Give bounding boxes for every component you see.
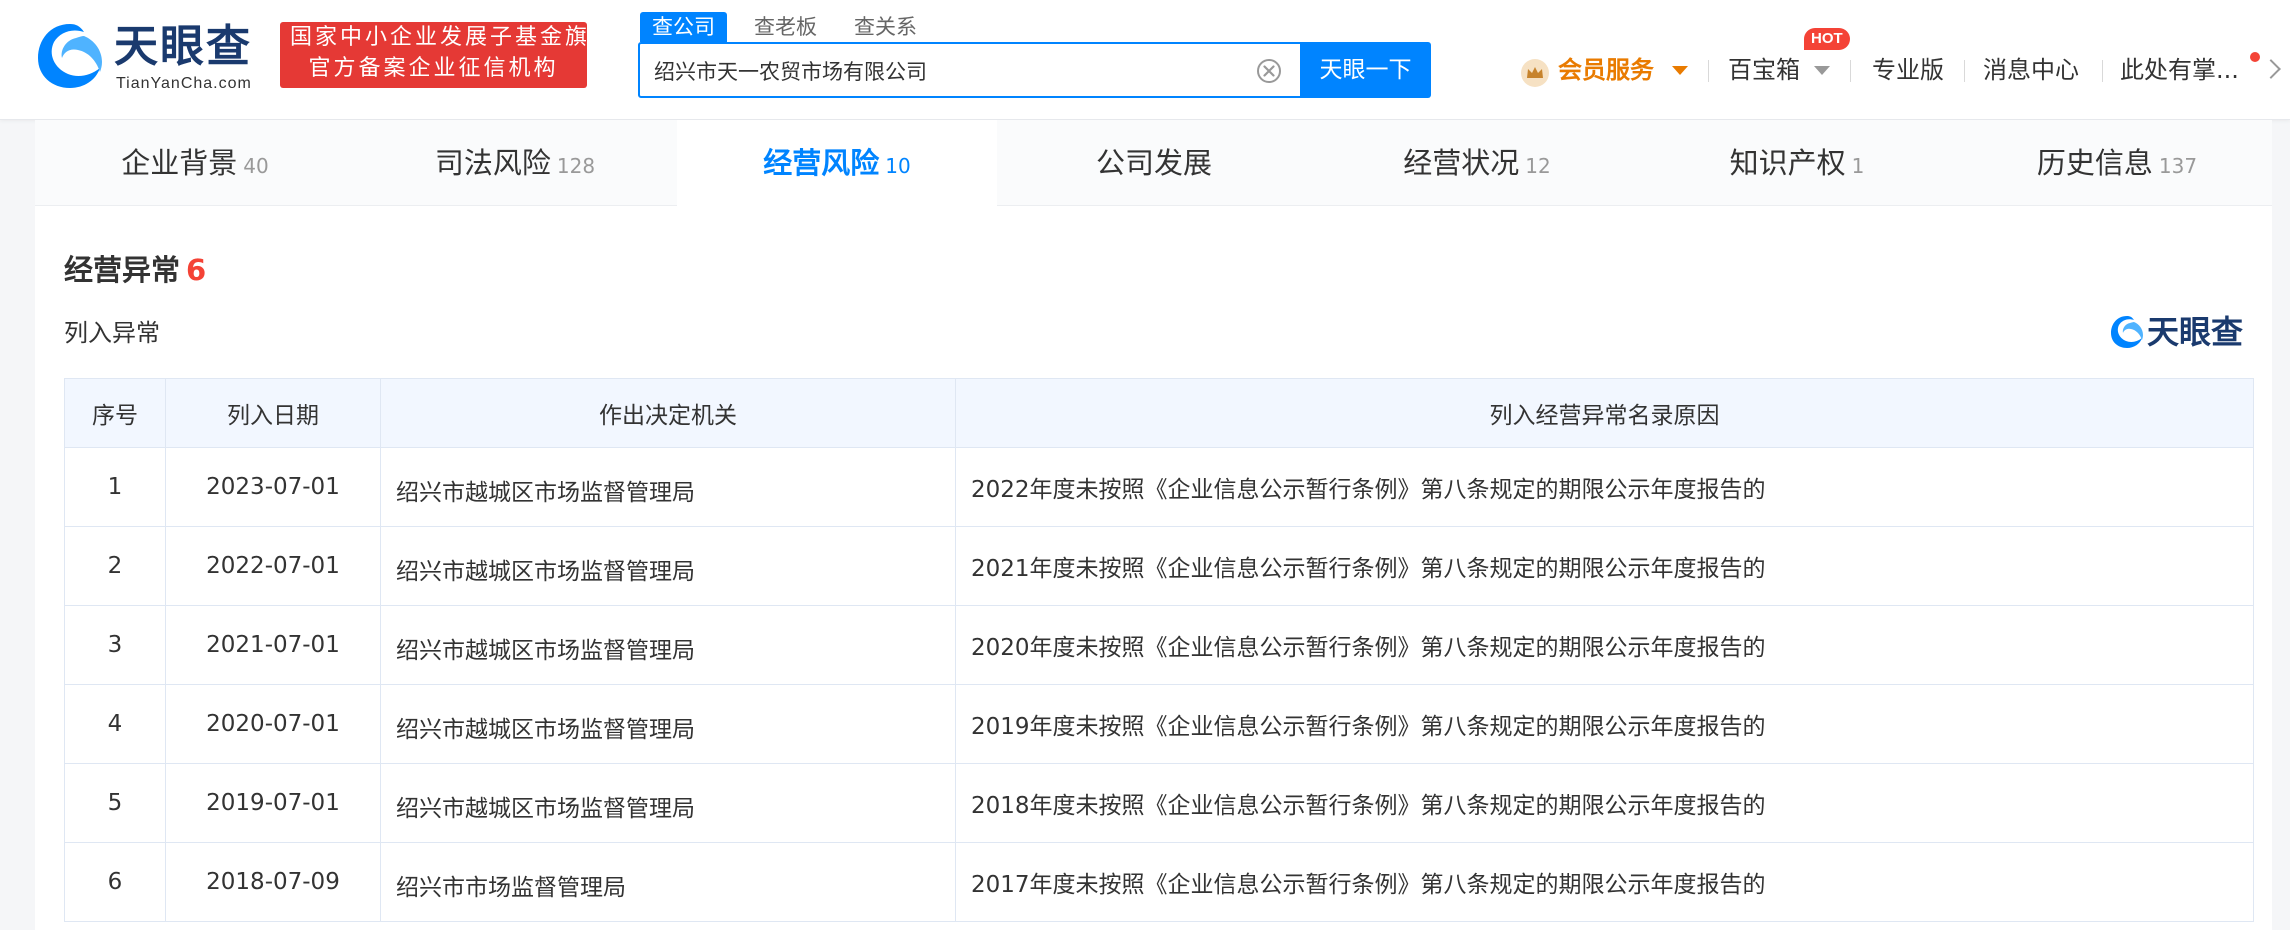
tab-count: 137 (2158, 154, 2198, 178)
table-row: 6 2018-07-09 绍兴市市场监督管理局 2017年度未按照《企业信息公示… (64, 842, 2254, 922)
table-row: 2 2022-07-01 绍兴市越城区市场监督管理局 2021年度未按照《企业信… (64, 526, 2254, 606)
pro-version-link[interactable]: 专业版 (1872, 52, 1944, 88)
search-tab-boss[interactable]: 查老板 (754, 12, 817, 42)
tab-operating-status[interactable]: 经营状况 12 (1317, 120, 1637, 206)
cell-index: 5 (64, 763, 166, 843)
table-row: 1 2023-07-01 绍兴市越城区市场监督管理局 2022年度未按照《企业信… (64, 447, 2254, 527)
cell-index: 4 (64, 684, 166, 764)
tab-label: 经营风险 (763, 146, 880, 180)
tab-operating-risk[interactable]: 经营风险 10 (677, 120, 997, 207)
chevron-right-icon[interactable] (2261, 59, 2281, 79)
divider (1964, 60, 1965, 82)
watermark-text: 天眼查 (2147, 313, 2244, 351)
tab-label: 公司发展 (1095, 146, 1212, 180)
tab-label: 知识产权 (1729, 146, 1846, 180)
cell-date: 2019-07-01 (165, 763, 381, 843)
tianyancha-logo-icon (38, 24, 102, 88)
chevron-down-icon (1814, 66, 1830, 75)
table-row: 5 2019-07-01 绍兴市越城区市场监督管理局 2018年度未按照《企业信… (64, 763, 2254, 843)
cell-date: 2023-07-01 (165, 447, 381, 527)
site-logo[interactable]: 天眼查 TianYanCha.com (34, 20, 264, 92)
user-menu[interactable]: 此处有掌... (2120, 52, 2239, 88)
top-header: 天眼查 TianYanCha.com 国家中小企业发展子基金旗下 官方备案企业征… (0, 0, 2290, 120)
cell-reason: 2021年度未按照《企业信息公示暂行条例》第八条规定的期限公示年度报告的 (955, 526, 2254, 606)
cell-index: 1 (64, 447, 166, 527)
tab-intellectual-property[interactable]: 知识产权 1 (1637, 120, 1957, 206)
section-title: 经营异常 6 (64, 250, 206, 290)
vip-crown-icon (1521, 59, 1549, 87)
header-date: 列入日期 (165, 378, 381, 448)
cell-reason: 2018年度未按照《企业信息公示暂行条例》第八条规定的期限公示年度报告的 (955, 763, 2254, 843)
search-input[interactable] (654, 54, 1234, 88)
tab-company-background[interactable]: 企业背景 40 (35, 120, 355, 206)
cell-reason: 2022年度未按照《企业信息公示暂行条例》第八条规定的期限公示年度报告的 (955, 447, 2254, 527)
cell-date: 2021-07-01 (165, 605, 381, 685)
category-tabs: 企业背景 40 司法风险 128 经营风险 10 公司发展 经营状况 12 知识产权 1 … (35, 120, 2272, 207)
toolbox-link[interactable]: 百宝箱 (1728, 52, 1800, 88)
cell-date: 2018-07-09 (165, 842, 381, 922)
clear-icon[interactable] (1256, 58, 1282, 84)
tab-label: 企业背景 (121, 146, 238, 180)
divider (1708, 60, 1709, 82)
header-index: 序号 (64, 378, 166, 448)
logo-title: 天眼查 (114, 21, 252, 72)
divider (2102, 60, 2103, 82)
badge-line-2: 官方备案企业征信机构 (308, 56, 559, 81)
search-tab-company[interactable]: 查公司 (640, 12, 727, 42)
section-title-text: 经营异常 (64, 253, 181, 287)
tab-history-info[interactable]: 历史信息 137 (1957, 120, 2277, 206)
cell-reason: 2019年度未按照《企业信息公示暂行条例》第八条规定的期限公示年度报告的 (955, 684, 2254, 764)
tab-judicial-risk[interactable]: 司法风险 128 (355, 120, 675, 206)
tab-company-development[interactable]: 公司发展 (997, 120, 1317, 206)
table-header-row: 序号 列入日期 作出决定机关 列入经营异常名录原因 (64, 378, 2254, 448)
divider (1850, 60, 1851, 82)
tab-count: 128 (556, 154, 596, 178)
cell-authority[interactable]: 绍兴市越城区市场监督管理局 (380, 763, 956, 843)
chevron-down-icon (1672, 66, 1688, 75)
tab-count: 10 (885, 154, 911, 178)
search-box (638, 42, 1302, 98)
cell-authority[interactable]: 绍兴市越城区市场监督管理局 (380, 684, 956, 764)
tab-label: 历史信息 (2036, 146, 2153, 180)
watermark-logo: 天眼查 (2109, 312, 2259, 352)
section-count: 6 (186, 253, 207, 287)
tab-count: 12 (1525, 154, 1551, 178)
cell-index: 3 (64, 605, 166, 685)
vip-service-link[interactable]: 会员服务 (1558, 52, 1654, 88)
cell-date: 2022-07-01 (165, 526, 381, 606)
message-center-link[interactable]: 消息中心 (1983, 52, 2079, 88)
tab-label: 司法风险 (434, 146, 551, 180)
cell-authority[interactable]: 绍兴市越城区市场监督管理局 (380, 605, 956, 685)
cell-index: 2 (64, 526, 166, 606)
cell-authority[interactable]: 绍兴市市场监督管理局 (380, 842, 956, 922)
hot-badge: HOT (1804, 28, 1850, 50)
cell-reason: 2020年度未按照《企业信息公示暂行条例》第八条规定的期限公示年度报告的 (955, 605, 2254, 685)
tab-count: 1 (1851, 154, 1865, 178)
search-tab-relation[interactable]: 查关系 (854, 12, 917, 42)
cell-authority[interactable]: 绍兴市越城区市场监督管理局 (380, 447, 956, 527)
tianyancha-logo-icon (2111, 316, 2143, 348)
table-row: 4 2020-07-01 绍兴市越城区市场监督管理局 2019年度未按照《企业信… (64, 684, 2254, 764)
tab-count: 40 (243, 154, 269, 178)
logo-domain: TianYanCha.com (116, 75, 252, 92)
search-button[interactable]: 天眼一下 (1300, 42, 1431, 98)
header-reason: 列入经营异常名录原因 (955, 378, 2254, 448)
official-badge: 国家中小企业发展子基金旗下 官方备案企业征信机构 (280, 22, 616, 88)
tab-label: 经营状况 (1403, 146, 1520, 180)
cell-reason: 2017年度未按照《企业信息公示暂行条例》第八条规定的期限公示年度报告的 (955, 842, 2254, 922)
content-card: 企业背景 40 司法风险 128 经营风险 10 公司发展 经营状况 12 知识产权 1 … (35, 120, 2272, 930)
header-authority: 作出决定机关 (380, 378, 956, 448)
section-subtitle: 列入异常 (64, 319, 160, 347)
notification-dot (2250, 52, 2260, 62)
cell-authority[interactable]: 绍兴市越城区市场监督管理局 (380, 526, 956, 606)
cell-date: 2020-07-01 (165, 684, 381, 764)
table-row: 3 2021-07-01 绍兴市越城区市场监督管理局 2020年度未按照《企业信… (64, 605, 2254, 685)
cell-index: 6 (64, 842, 166, 922)
abnormal-operations-table: 序号 列入日期 作出决定机关 列入经营异常名录原因 1 2023-07-01 绍… (64, 378, 2254, 922)
badge-line-1: 国家中小企业发展子基金旗下 (290, 25, 616, 50)
